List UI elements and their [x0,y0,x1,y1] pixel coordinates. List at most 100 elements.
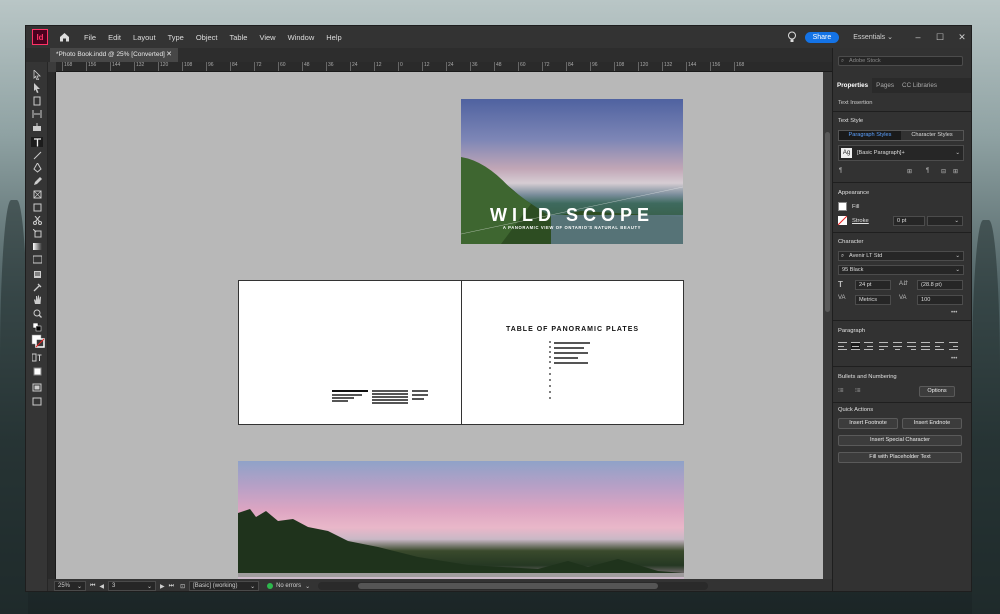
new-style-icon[interactable]: ⊞ [953,168,958,175]
redefine-style-icon[interactable]: ¶ [926,168,929,174]
paragraph-style-dropdown[interactable]: Ag [Basic Paragraph]+ ⌄ [838,145,964,161]
page-tool-icon[interactable] [31,96,43,106]
menu-layout[interactable]: Layout [127,33,162,42]
tab-properties[interactable]: Properties [833,78,873,93]
fill-placeholder-text-button[interactable]: Fill with Placeholder Text [838,452,962,463]
rectangle-tool-icon[interactable] [31,202,43,212]
pen-tool-icon[interactable] [31,163,43,173]
font-size-field[interactable]: 24 pt [855,280,891,290]
align-away-spine-icon[interactable] [949,342,958,350]
screen-mode-icon[interactable] [31,382,43,392]
stroke-label[interactable]: Stroke [852,218,869,224]
scissors-tool-icon[interactable] [31,215,43,225]
pencil-tool-icon[interactable] [31,176,43,186]
preview-mode-icon[interactable] [31,396,43,406]
align-left-icon[interactable] [838,342,847,350]
font-style-dropdown[interactable]: 95 Black ⌄ [838,265,964,275]
tab-pages[interactable]: Pages [872,78,898,93]
zoom-field[interactable]: 25% ⌄ [54,581,86,591]
horizontal-scrollbar[interactable] [318,582,709,590]
paragraph-more-icon[interactable]: ••• [951,356,957,362]
document-tab[interactable]: *Photo Book.indd @ 25% [Converted] ✕ [50,48,178,62]
close-icon[interactable]: ✕ [951,32,971,43]
stock-search-input[interactable]: ⌕ Adobe Stock [838,56,963,66]
lightbulb-icon[interactable] [787,31,797,43]
rectangle-frame-tool-icon[interactable] [31,189,43,199]
insert-endnote-button[interactable]: Insert Endnote [902,418,962,429]
create-style-icon[interactable]: ⊞ [907,168,912,175]
paragraph-styles-tab[interactable]: Paragraph Styles [839,131,901,140]
hand-tool-icon[interactable] [31,295,43,305]
justify-center-icon[interactable] [893,342,902,350]
stroke-type-dropdown[interactable]: ⌄ [927,216,963,226]
close-tab-icon[interactable]: ✕ [166,50,172,58]
leading-field[interactable]: (28.8 pt) [917,280,963,290]
menu-help[interactable]: Help [320,33,347,42]
apply-color-icon[interactable] [31,366,43,376]
panorama-spread[interactable] [238,461,684,579]
justify-all-icon[interactable] [921,342,930,350]
clear-overrides-icon[interactable]: ¶ [839,168,842,174]
justify-right-icon[interactable] [907,342,916,350]
menu-type[interactable]: Type [162,33,190,42]
open-page-icon[interactable]: ⊡ [180,583,185,590]
chevron-down-icon[interactable]: ⌄ [305,583,310,590]
align-towards-spine-icon[interactable] [935,342,944,350]
spread-right-page[interactable]: TABLE OF PANORAMIC PLATES [461,280,684,425]
share-button[interactable]: Share [804,31,840,43]
workspace-switcher[interactable]: Essentials ⌄ [853,33,893,41]
gradient-swatch-tool-icon[interactable] [31,241,43,251]
cover-subtitle[interactable]: A PANORAMIC VIEW OF ONTARIO'S NATURAL BE… [461,225,683,230]
kerning-field[interactable]: Metrics [855,295,891,305]
menu-file[interactable]: File [78,33,102,42]
menu-window[interactable]: Window [282,33,321,42]
type-tool-icon[interactable] [31,137,43,147]
vertical-scrollbar[interactable] [823,72,832,579]
maximize-icon[interactable]: ☐ [929,32,951,43]
font-family-dropdown[interactable]: ⌕ Avenir LT Std ⌄ [838,251,964,261]
character-more-icon[interactable]: ••• [951,310,957,316]
preflight-errors[interactable]: No errors [276,583,301,589]
content-collector-icon[interactable] [31,122,43,132]
fill-stroke-swatch-icon[interactable] [31,334,45,348]
first-page-icon[interactable]: ⏮ [90,583,95,590]
justify-left-icon[interactable] [879,342,888,350]
align-right-icon[interactable] [864,342,873,350]
toc-title[interactable]: TABLE OF PANORAMIC PLATES [462,326,683,333]
direct-selection-tool-icon[interactable] [31,83,43,93]
bullets-options-button[interactable]: Options [919,386,955,397]
character-styles-tab[interactable]: Character Styles [901,131,963,140]
zoom-tool-icon[interactable] [31,308,43,318]
previous-page-icon[interactable]: ◀ [99,583,104,590]
spread-left-page[interactable] [238,280,461,425]
numbered-list-icon[interactable]: ⁝≡ [855,387,860,394]
default-colors-icon[interactable] [31,322,43,332]
cover-title[interactable]: WILD SCOPE [461,205,683,226]
formatting-text-icon[interactable] [31,352,43,362]
eyedropper-tool-icon[interactable] [31,282,43,292]
scrollbar-thumb[interactable] [358,583,659,589]
gap-tool-icon[interactable] [31,109,43,119]
next-page-icon[interactable]: ▶ [160,583,165,590]
scrollbar-thumb[interactable] [825,132,830,312]
home-icon[interactable] [58,31,70,43]
free-transform-tool-icon[interactable] [31,228,43,238]
minimize-icon[interactable]: – [907,32,929,42]
insert-special-character-button[interactable]: Insert Special Character [838,435,962,446]
last-page-icon[interactable]: ⏭ [169,583,174,590]
gradient-feather-tool-icon[interactable] [31,254,43,264]
fill-swatch[interactable] [838,202,847,211]
menu-table[interactable]: Table [224,33,254,42]
note-tool-icon[interactable] [31,269,43,279]
menu-edit[interactable]: Edit [102,33,127,42]
style-dropdown[interactable]: [Basic] (working) ⌄ [189,581,260,591]
pasteboard[interactable]: WILD SCOPE A PANORAMIC VIEW OF ONTARIO'S… [56,72,823,579]
menu-object[interactable]: Object [190,33,224,42]
cover-page[interactable]: WILD SCOPE A PANORAMIC VIEW OF ONTARIO'S… [461,99,683,244]
tracking-field[interactable]: 100 [917,295,963,305]
line-tool-icon[interactable] [31,150,43,160]
style-options-icon[interactable]: ⊟ [941,168,946,175]
stroke-swatch-none-icon[interactable] [838,216,847,225]
selection-tool-icon[interactable] [31,70,43,80]
vertical-ruler[interactable] [48,72,56,579]
